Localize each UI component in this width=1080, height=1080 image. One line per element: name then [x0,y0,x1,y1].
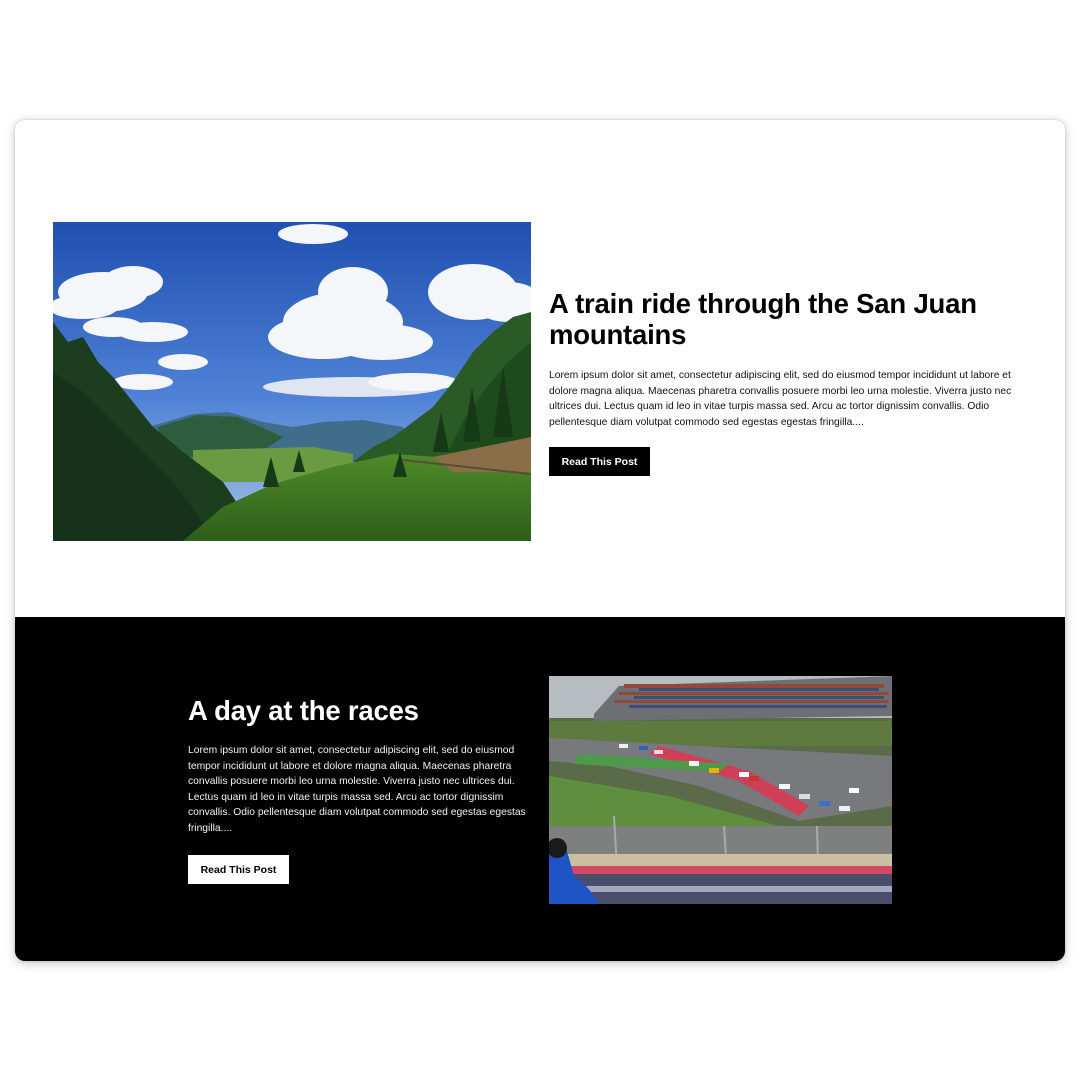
post-title[interactable]: A day at the races [188,695,528,727]
post-section-san-juan: A train ride through the San Juan mounta… [15,120,1065,617]
blog-post-card: A train ride through the San Juan mounta… [15,120,1065,961]
race-track-photo [549,676,892,904]
read-post-button[interactable]: Read This Post [549,447,650,476]
post-image-races[interactable] [549,676,892,904]
read-post-button[interactable]: Read This Post [188,855,289,884]
post-section-races: A day at the races Lorem ipsum dolor sit… [15,617,1065,961]
post-excerpt: Lorem ipsum dolor sit amet, consectetur … [188,745,526,834]
post-excerpt: Lorem ipsum dolor sit amet, consectetur … [549,370,1012,428]
post-title[interactable]: A train ride through the San Juan mounta… [549,288,1019,350]
post-image-mountains[interactable] [53,222,531,541]
mountain-landscape-photo [53,222,531,541]
